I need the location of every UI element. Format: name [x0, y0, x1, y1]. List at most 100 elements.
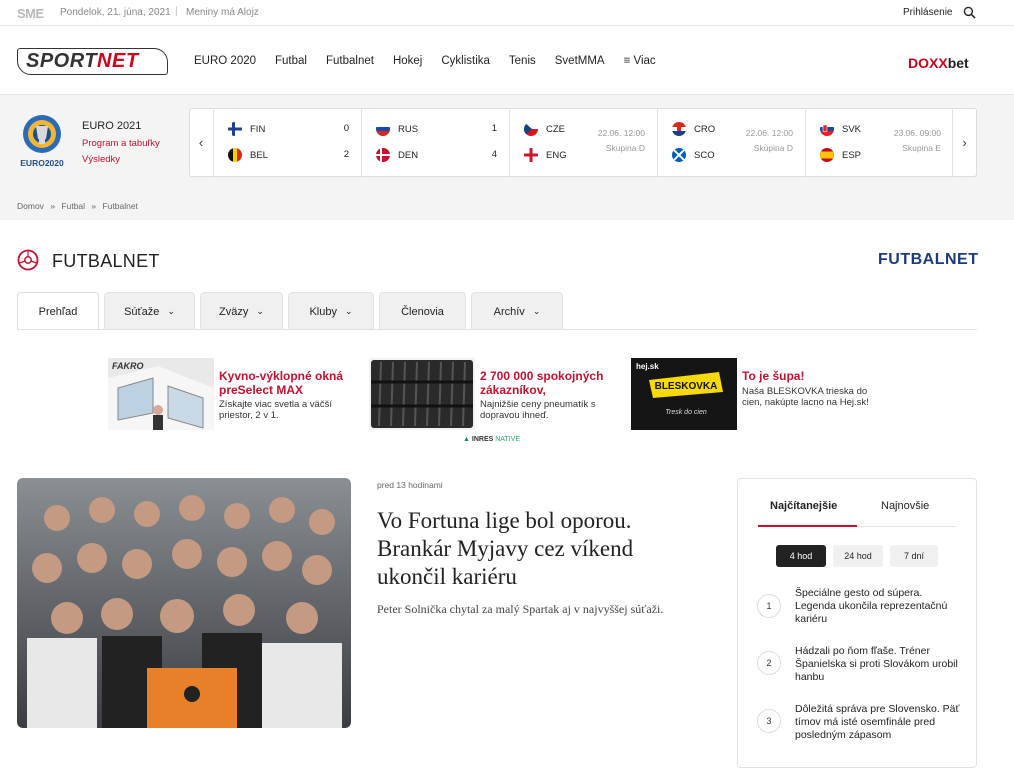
tab-label: Členovia	[401, 305, 444, 318]
login-link[interactable]: Prihlásenie	[903, 7, 952, 18]
euro-results-link[interactable]: Výsledky	[82, 154, 120, 165]
euro-2020-logo[interactable]: EURO2020	[17, 112, 67, 170]
score-away: 2	[343, 149, 349, 160]
article-title[interactable]: Vo Fortuna lige bol oporou. Brankár Myja…	[377, 507, 697, 591]
scoreboard-next-button[interactable]: ›	[952, 108, 976, 177]
breadcrumb-futbal[interactable]: Futbal	[61, 201, 85, 211]
logo-part-sport: SPORT	[26, 50, 98, 72]
team-code: ESP	[842, 149, 862, 161]
team-code: CRO	[694, 123, 716, 135]
scoreboard-prev-button[interactable]: ‹	[189, 108, 213, 177]
period-7d[interactable]: 7 dní	[890, 545, 938, 567]
nav-item-svetmma[interactable]: SvetMMA	[555, 55, 605, 67]
nav-item-futbalnet[interactable]: Futbalnet	[326, 55, 374, 67]
tab-sutaze[interactable]: Súťaže ⌄	[104, 292, 195, 330]
euro-logo-text: EURO2020	[20, 158, 64, 168]
nav-item-hokej[interactable]: Hokej	[393, 55, 422, 67]
ad-tyres[interactable]	[369, 358, 475, 435]
popular-article-link[interactable]: Dôležitá správa pre Slovensko. Päť tímov…	[795, 703, 960, 742]
nav-item-tenis[interactable]: Tenis	[509, 55, 536, 67]
tab-label: Kluby	[309, 305, 337, 318]
ad-fakro[interactable]: FAKRO	[108, 358, 214, 435]
team-photo	[17, 478, 351, 728]
nav-item-euro[interactable]: EURO 2020	[194, 55, 256, 67]
tab-kluby[interactable]: Kluby ⌄	[288, 292, 374, 330]
match-card[interactable]: RUS DEN 1 4	[361, 108, 509, 177]
nav-item-more[interactable]: ≡ Viac	[624, 55, 656, 67]
tab-clenovia[interactable]: Členovia	[379, 292, 466, 330]
match-card[interactable]: CZE ENG 22.06. 12:00 Skupina D	[509, 108, 657, 177]
team-code: DEN	[398, 149, 419, 161]
euro-program-link[interactable]: Program a tabuľky	[82, 138, 160, 149]
chevron-left-icon: ‹	[198, 135, 204, 150]
futbalnet-logo[interactable]: FUTBALNET	[878, 251, 978, 269]
rank-number: 2	[757, 651, 781, 675]
match-card[interactable]: FIN BEL 0 2	[213, 108, 361, 177]
ad-tyre-image	[369, 358, 475, 430]
flag-icon	[228, 148, 242, 162]
period-4h[interactable]: 4 hod	[776, 545, 826, 567]
score-home: 1	[491, 123, 497, 134]
tab-label: Súťaže	[124, 305, 160, 318]
match-card[interactable]: CRO SCO 22.06. 12:00 Skupina D	[657, 108, 805, 177]
article-image[interactable]	[17, 478, 351, 728]
ad-hejsk-title[interactable]: To je šupa!	[742, 369, 890, 383]
match-group: Skupina D	[605, 143, 645, 153]
sme-logo[interactable]: SME	[17, 6, 44, 21]
score-home: 0	[343, 123, 349, 134]
breadcrumb-home[interactable]: Domov	[17, 201, 44, 211]
popular-article-link[interactable]: Hádzali po ňom fľaše. Tréner Španielska …	[795, 645, 960, 684]
team-home: SVK	[820, 122, 861, 136]
hejsk-brand: hej.sk	[636, 362, 659, 371]
euro-title: EURO 2021	[82, 120, 142, 132]
flag-icon	[820, 148, 834, 162]
flag-icon	[672, 148, 686, 162]
breadcrumb-separator: »	[50, 201, 56, 211]
team-code: RUS	[398, 123, 419, 135]
doxxbet-logo[interactable]: DOXXbet	[908, 55, 969, 71]
nav-item-futbal[interactable]: Futbal	[275, 55, 307, 67]
sportnet-logo[interactable]: SPORTNET	[17, 48, 168, 75]
nav-item-cyklistika[interactable]: Cyklistika	[441, 55, 490, 67]
flag-icon	[820, 122, 834, 136]
doxx-part-a: DOXX	[908, 55, 948, 71]
tab-zvazy[interactable]: Zväzy ⌄	[200, 292, 283, 330]
team-away: ESP	[820, 148, 861, 162]
flag-icon	[376, 122, 390, 136]
main-nav: EURO 2020 Futbal Futbalnet Hokej Cyklist…	[194, 55, 675, 67]
tab-prehlad[interactable]: Prehľad	[17, 292, 99, 330]
chevron-down-icon: ⌄	[256, 306, 264, 316]
current-date: Pondelok, 21. júna, 2021	[60, 7, 171, 18]
ad-tyres-title[interactable]: 2 700 000 spokojných zákazníkov,	[480, 369, 628, 397]
team-code: SCO	[694, 149, 715, 161]
ad-tyres-text: Najnižšie ceny pneumatík s dopravou ihne…	[480, 399, 596, 421]
inres-label: INRES	[471, 436, 494, 443]
ad-fakro-title[interactable]: Kyvno-výklopné okná preSelect MAX	[219, 369, 367, 397]
chevron-down-icon: ⌄	[167, 306, 175, 316]
match-card[interactable]: SVK ESP 23.06. 09:00 Skupina E	[805, 108, 953, 177]
inres-icon: ▲	[463, 436, 470, 443]
breadcrumb-futbalnet[interactable]: Futbalnet	[103, 201, 138, 211]
team-away: SCO	[672, 148, 715, 162]
team-home: CRO	[672, 122, 715, 136]
fakro-brand: FAKRO	[112, 361, 144, 371]
tab-most-read[interactable]: Najčítanejšie	[770, 500, 837, 512]
tab-newest[interactable]: Najnovšie	[881, 500, 929, 512]
chevron-down-icon: ⌄	[532, 306, 541, 316]
tab-label: Zväzy	[219, 305, 249, 318]
ad-hejsk[interactable]: BLESKOVKA Tresk do cien hej.sk	[631, 358, 737, 435]
chevron-right-icon: ›	[962, 135, 967, 150]
score-away: 4	[491, 149, 497, 160]
inres-native-badge[interactable]: ▲ INRES NATIVE	[463, 436, 520, 443]
tab-archiv[interactable]: Archív ⌄	[471, 292, 563, 330]
search-icon[interactable]	[963, 6, 976, 19]
active-tab-indicator	[758, 525, 857, 527]
ad-fakro-image: FAKRO	[108, 358, 214, 430]
flag-icon	[672, 122, 686, 136]
rank-number: 3	[757, 709, 781, 733]
period-24h[interactable]: 24 hod	[833, 545, 883, 567]
flag-icon	[376, 148, 390, 162]
hejsk-img-sub: Tresk do cien	[665, 409, 707, 416]
team-code: FIN	[250, 123, 266, 135]
popular-article-link[interactable]: Špeciálne gesto od súpera. Legenda ukonč…	[795, 587, 960, 626]
